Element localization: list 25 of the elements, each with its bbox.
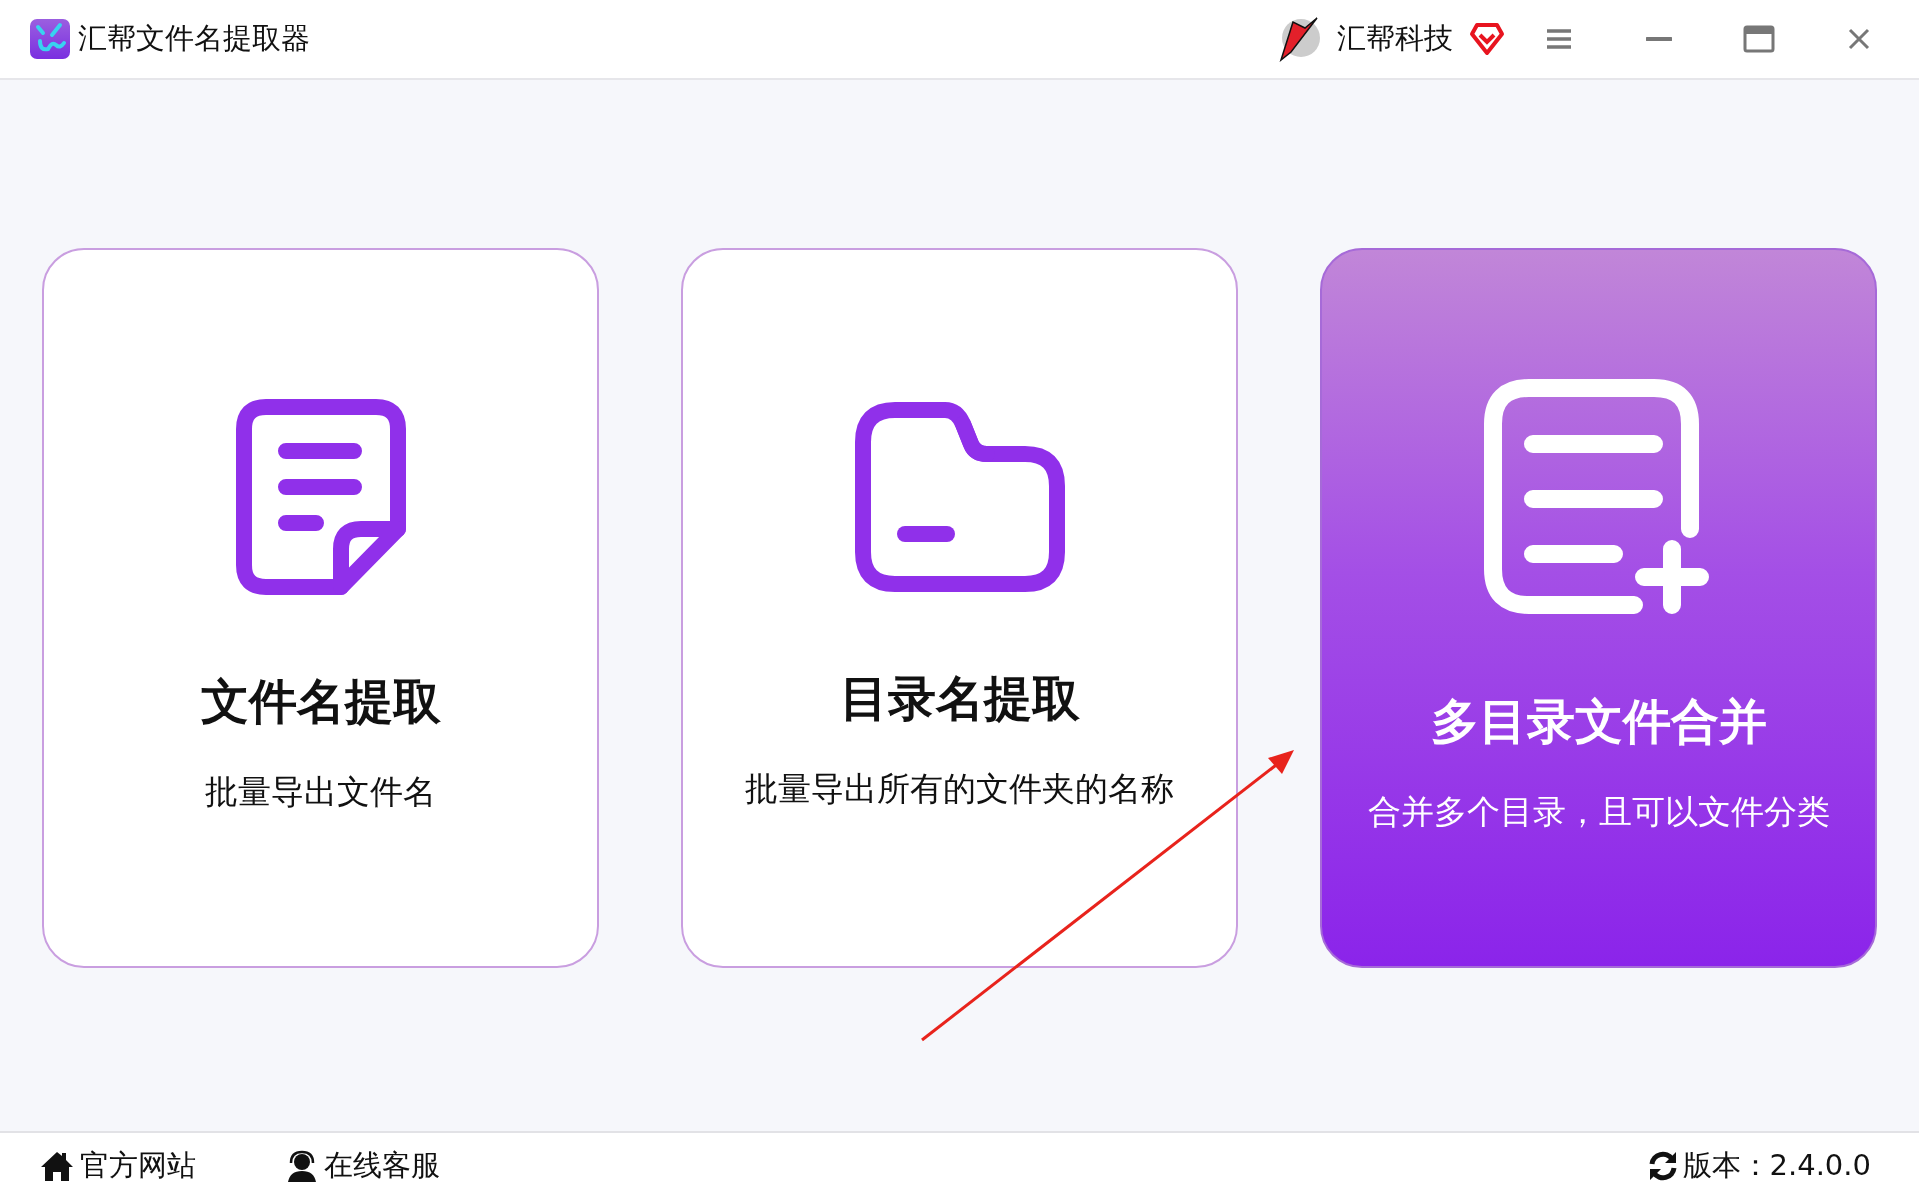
feature-card[interactable]: 文件名提取 批量导出文件名	[42, 248, 599, 968]
card-title: 目录名提取	[839, 669, 1080, 729]
document-icon	[235, 399, 406, 596]
menu-icon	[1546, 29, 1572, 49]
feature-card[interactable]: 目录名提取 批量导出所有的文件夹的名称	[681, 248, 1238, 968]
home-icon	[40, 1150, 74, 1182]
brand-name: 汇帮科技	[1337, 20, 1453, 58]
app-logo-icon	[30, 19, 70, 59]
footer-link[interactable]: 在线客服	[286, 1144, 440, 1188]
card-title: 多目录文件合并	[1430, 692, 1767, 752]
card-subtitle: 批量导出所有的文件夹的名称	[745, 768, 1174, 811]
maximize-icon	[1743, 25, 1775, 53]
brand-logo-icon	[1277, 16, 1321, 62]
footer-link[interactable]: 官方网站	[40, 1144, 196, 1188]
diamond-icon	[1469, 22, 1505, 56]
app-title: 汇帮文件名提取器	[78, 20, 310, 58]
feature-card[interactable]: 多目录文件合并 合并多个目录，且可以文件分类	[1320, 248, 1877, 968]
folder-icon	[854, 402, 1065, 593]
close-icon	[1848, 28, 1870, 50]
support-agent-icon	[286, 1150, 318, 1182]
minimize-icon	[1646, 36, 1672, 42]
card-subtitle: 合并多个目录，且可以文件分类	[1367, 791, 1830, 834]
version-label: 版本：2.4.0.0	[1682, 1147, 1871, 1185]
card-subtitle: 批量导出文件名	[205, 771, 436, 814]
card-title: 文件名提取	[200, 672, 441, 732]
